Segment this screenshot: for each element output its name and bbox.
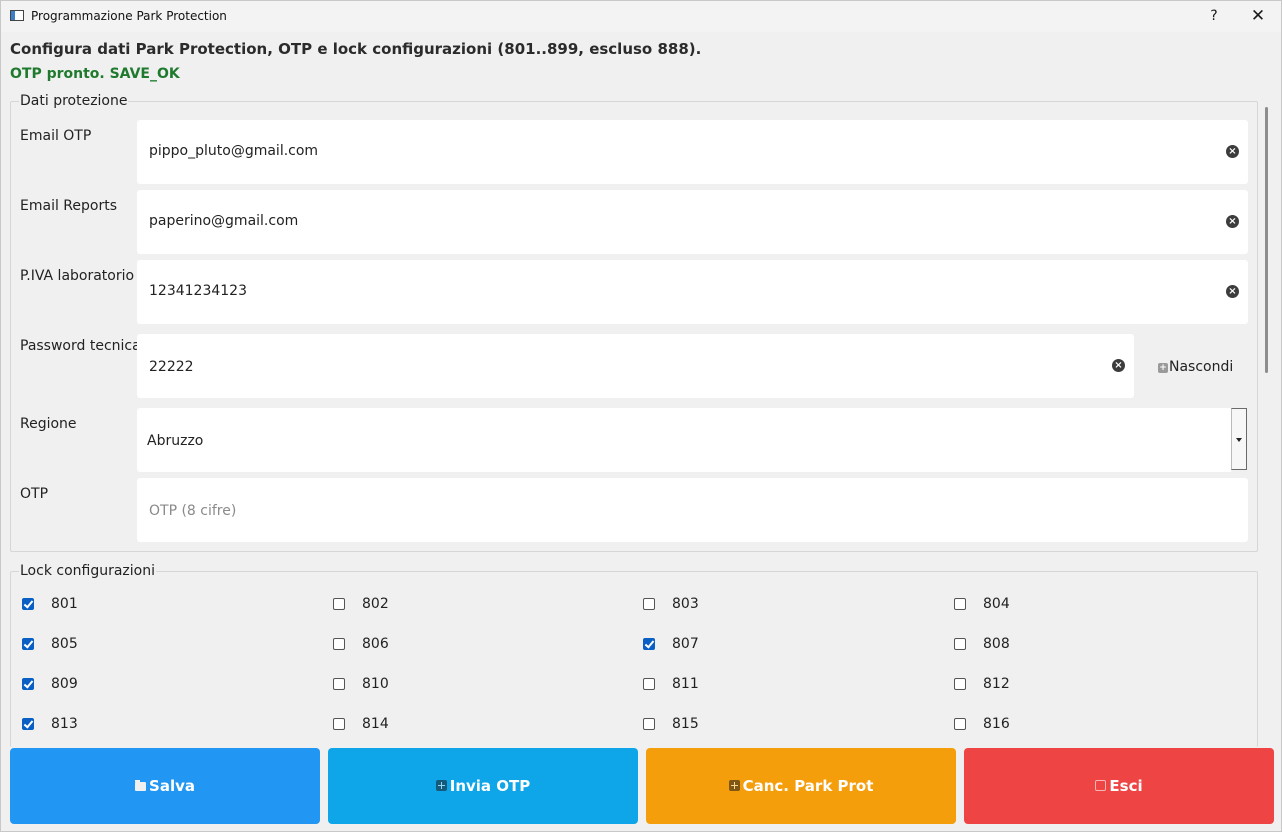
otp-field[interactable]: OTP (8 cifre)	[137, 478, 1248, 542]
exit-button-label: Esci	[1109, 777, 1143, 795]
lock-checkbox-label: 812	[983, 676, 1010, 692]
plus-icon	[435, 780, 447, 791]
cancel-park-protection-button-label: Canc. Park Prot	[742, 777, 874, 795]
folder-icon	[135, 780, 147, 791]
piva-label: P.IVA laboratorio	[20, 268, 135, 284]
email-reports-field[interactable]: paperino@gmail.com ×	[137, 190, 1248, 254]
unchecked-checkbox-icon[interactable]	[333, 678, 345, 690]
plus-icon	[728, 780, 740, 791]
unchecked-checkbox-icon[interactable]	[333, 638, 345, 650]
otp-label: OTP	[20, 486, 49, 502]
checked-checkbox-icon[interactable]	[22, 638, 34, 650]
unchecked-checkbox-icon[interactable]	[954, 598, 966, 610]
password-label: Password tecnica	[20, 338, 141, 354]
window-title: Programmazione Park Protection	[31, 9, 227, 23]
region-value: Abruzzo	[147, 433, 204, 449]
email-otp-label: Email OTP	[20, 128, 92, 144]
protection-group-title: Dati protezione	[19, 93, 129, 109]
locks-group	[10, 571, 1258, 747]
help-button[interactable]: ?	[1201, 1, 1227, 32]
lock-checkbox-label: 813	[51, 716, 78, 732]
lock-checkbox-label: 804	[983, 596, 1010, 612]
close-window-button[interactable]: ✕	[1245, 1, 1271, 32]
checked-checkbox-icon[interactable]	[22, 678, 34, 690]
hide-password-label: Nascondi	[1169, 359, 1234, 375]
lock-checkbox-label: 801	[51, 596, 78, 612]
checked-checkbox-icon[interactable]	[643, 638, 655, 650]
checked-checkbox-icon[interactable]	[22, 598, 34, 610]
toggle-visibility-icon: +	[1158, 363, 1168, 373]
unchecked-checkbox-icon[interactable]	[643, 678, 655, 690]
lock-checkbox-label: 808	[983, 636, 1010, 652]
unchecked-checkbox-icon[interactable]	[954, 678, 966, 690]
piva-value: 12341234123	[149, 283, 247, 299]
lock-checkbox-label: 816	[983, 716, 1010, 732]
hide-password-button[interactable]: + Nascondi	[1158, 359, 1233, 375]
checked-checkbox-icon[interactable]	[22, 718, 34, 730]
lock-checkbox-label: 805	[51, 636, 78, 652]
scrollbar[interactable]	[1265, 107, 1268, 373]
password-value: 22222	[149, 359, 194, 375]
lock-checkbox-label: 814	[362, 716, 389, 732]
region-select[interactable]: Abruzzo	[137, 408, 1231, 472]
otp-placeholder: OTP (8 cifre)	[149, 503, 237, 519]
cancel-park-protection-button[interactable]: Canc. Park Prot	[646, 748, 956, 824]
lock-checkbox-label: 809	[51, 676, 78, 692]
exit-button[interactable]: Esci	[964, 748, 1274, 824]
save-button[interactable]: Salva	[10, 748, 320, 824]
status-message: OTP pronto. SAVE_OK	[10, 66, 180, 82]
password-field[interactable]: 22222 ×	[137, 334, 1134, 398]
unchecked-checkbox-icon[interactable]	[333, 598, 345, 610]
send-otp-button[interactable]: Invia OTP	[328, 748, 638, 824]
piva-field[interactable]: 12341234123 ×	[137, 260, 1248, 324]
unchecked-checkbox-icon[interactable]	[954, 638, 966, 650]
lock-checkbox-label: 806	[362, 636, 389, 652]
title-bar: Programmazione Park Protection ? ✕	[1, 1, 1281, 32]
unchecked-checkbox-icon[interactable]	[643, 718, 655, 730]
page-heading: Configura dati Park Protection, OTP e lo…	[10, 40, 702, 58]
locks-group-title: Lock configurazioni	[19, 563, 156, 579]
clear-email-reports-icon[interactable]: ×	[1226, 215, 1239, 228]
clear-email-otp-icon[interactable]: ×	[1226, 145, 1239, 158]
email-otp-field[interactable]: pippo_pluto@gmail.com ×	[137, 120, 1248, 184]
lock-checkbox-label: 802	[362, 596, 389, 612]
app-window: Programmazione Park Protection ? ✕ Confi…	[0, 0, 1282, 832]
email-otp-value: pippo_pluto@gmail.com	[149, 143, 319, 159]
unchecked-checkbox-icon[interactable]	[333, 718, 345, 730]
email-reports-label: Email Reports	[20, 198, 117, 214]
clear-piva-icon[interactable]: ×	[1226, 285, 1239, 298]
email-reports-value: paperino@gmail.com	[149, 213, 299, 229]
lock-checkbox-label: 810	[362, 676, 389, 692]
lock-checkbox-label: 807	[672, 636, 699, 652]
region-dropdown-arrow-icon[interactable]	[1231, 408, 1247, 470]
lock-checkbox-label: 803	[672, 596, 699, 612]
save-button-label: Salva	[149, 777, 195, 795]
send-otp-button-label: Invia OTP	[449, 777, 531, 795]
unchecked-checkbox-icon[interactable]	[954, 718, 966, 730]
unchecked-checkbox-icon[interactable]	[643, 598, 655, 610]
clear-password-icon[interactable]: ×	[1112, 359, 1125, 372]
lock-checkbox-label: 811	[672, 676, 699, 692]
lock-checkbox-label: 815	[672, 716, 699, 732]
exit-icon	[1095, 780, 1107, 791]
app-window-icon	[10, 10, 24, 21]
region-label: Regione	[20, 416, 77, 432]
